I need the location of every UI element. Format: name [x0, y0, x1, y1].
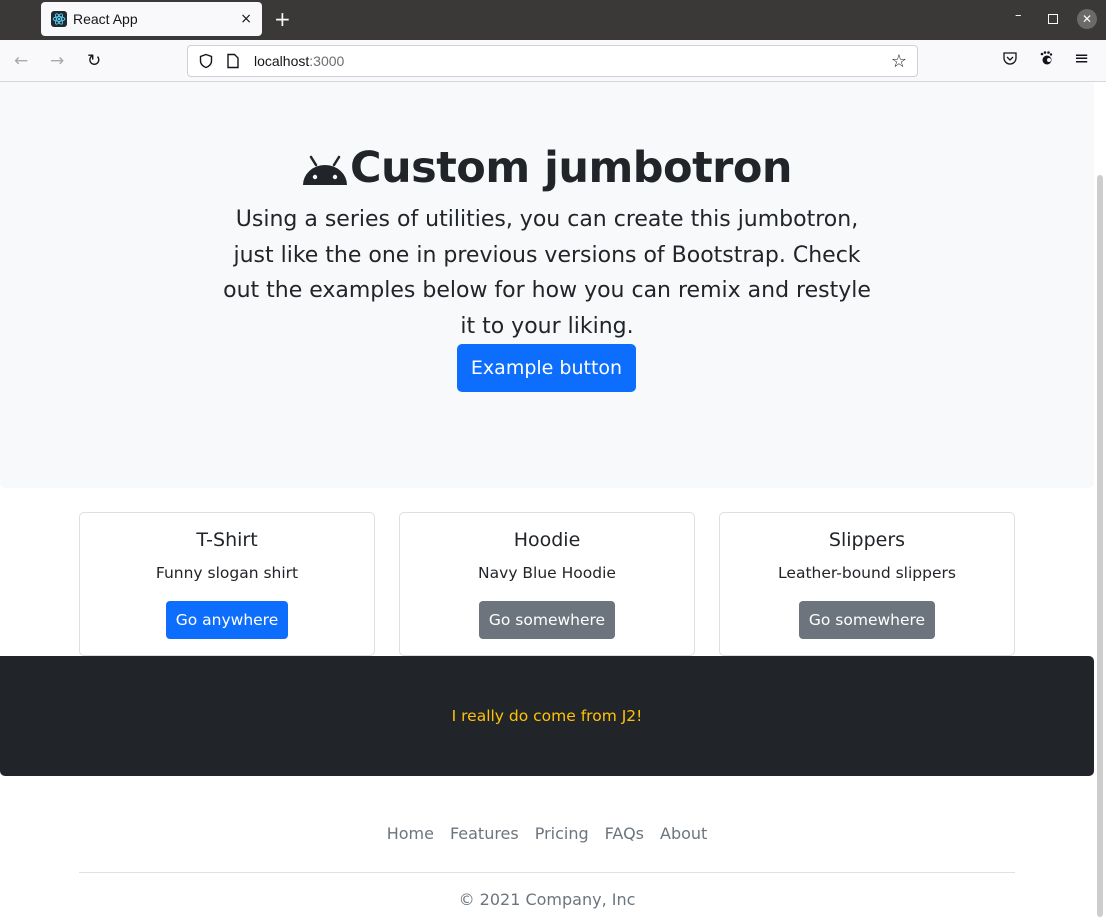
page-icon — [226, 53, 242, 69]
new-tab-icon[interactable]: + — [274, 8, 291, 30]
card-text: Leather-bound slippers — [778, 564, 956, 582]
card-text: Navy Blue Hoodie — [478, 564, 616, 582]
vertical-scrollbar[interactable] — [1097, 175, 1103, 917]
url-text[interactable]: localhost:3000 — [254, 53, 891, 69]
product-card-hoodie: Hoodie Navy Blue Hoodie Go somewhere — [399, 512, 695, 656]
pocket-icon[interactable] — [1002, 50, 1018, 70]
forward-arrow-icon[interactable]: → — [50, 51, 64, 71]
jumbotron-title-text: Custom jumbotron — [349, 143, 793, 193]
jumbotron-title: Custom jumbotron — [0, 138, 1094, 198]
card-title: Hoodie — [513, 529, 581, 551]
jumbotron-lead-text: Using a series of utilities, you can cre… — [223, 207, 871, 339]
page-content: Custom jumbotron Using a series of utili… — [0, 82, 1094, 917]
footer-nav: Home Features Pricing FAQs About — [0, 824, 1094, 843]
card-title: Slippers — [828, 529, 906, 551]
footer-link-pricing[interactable]: Pricing — [527, 824, 597, 843]
go-anywhere-button[interactable]: Go anywhere — [166, 601, 288, 639]
go-somewhere-button[interactable]: Go somewhere — [799, 601, 935, 639]
tab-close-icon[interactable]: × — [240, 11, 252, 27]
browser-titlebar: React App × + – ✕ — [0, 0, 1106, 40]
reload-icon[interactable]: ↻ — [87, 51, 101, 71]
card-text: Funny slogan shirt — [155, 564, 299, 582]
card-title: T-Shirt — [196, 529, 258, 551]
browser-navbar: ← → ↻ localhost:3000 ☆ ≡ — [0, 40, 1106, 82]
tab-title: React App — [73, 11, 138, 27]
extension-footprint-icon[interactable] — [1038, 50, 1054, 70]
maximize-icon[interactable] — [1048, 14, 1058, 24]
dark-banner-text: I really do come from J2! — [451, 707, 643, 725]
footer-link-about[interactable]: About — [652, 824, 715, 843]
jumbotron: Custom jumbotron Using a series of utili… — [0, 82, 1094, 488]
bookmark-star-icon[interactable]: ☆ — [891, 51, 907, 72]
footer-divider — [79, 872, 1015, 873]
footer-link-home[interactable]: Home — [379, 824, 442, 843]
back-arrow-icon[interactable]: ← — [14, 51, 28, 71]
dark-banner: I really do come from J2! — [0, 656, 1094, 776]
go-somewhere-button[interactable]: Go somewhere — [479, 601, 615, 639]
url-host: localhost — [254, 53, 310, 69]
copyright-text: © 2021 Company, Inc — [458, 890, 636, 909]
android-icon — [302, 148, 348, 198]
product-card-tshirt: T-Shirt Funny slogan shirt Go anywhere — [79, 512, 375, 656]
footer-link-faqs[interactable]: FAQs — [597, 824, 652, 843]
url-bar[interactable]: localhost:3000 ☆ — [187, 45, 918, 77]
example-button[interactable]: Example button — [457, 344, 636, 392]
browser-tab-react-app[interactable]: React App × — [41, 2, 262, 36]
product-card-slippers: Slippers Leather-bound slippers Go somew… — [719, 512, 1015, 656]
react-logo-icon — [51, 11, 67, 27]
shield-icon[interactable] — [198, 53, 214, 69]
minimize-icon[interactable]: – — [1015, 8, 1022, 23]
footer-link-features[interactable]: Features — [442, 824, 527, 843]
hamburger-menu-icon[interactable]: ≡ — [1074, 48, 1089, 69]
window-close-icon[interactable]: ✕ — [1077, 9, 1097, 29]
url-port: :3000 — [309, 53, 345, 69]
